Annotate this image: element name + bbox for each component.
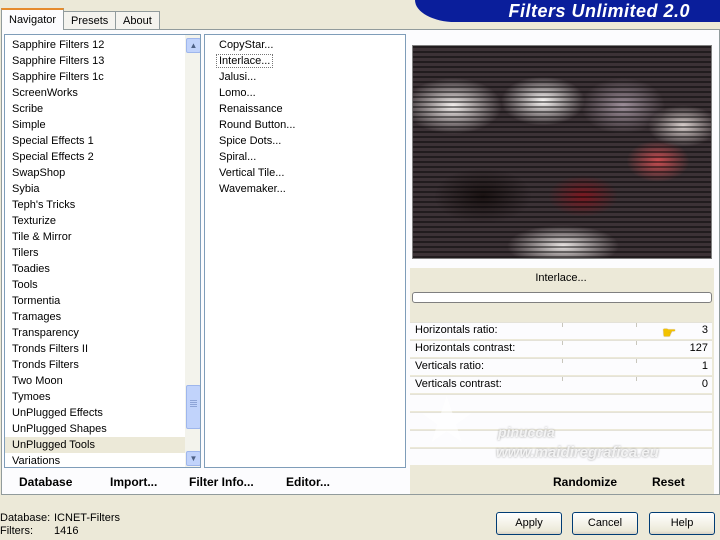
- parameter-value: 1: [701, 360, 708, 372]
- category-item[interactable]: Sybia: [5, 181, 185, 197]
- category-item[interactable]: Special Effects 2: [5, 149, 185, 165]
- filter-item[interactable]: Lomo...: [205, 85, 405, 101]
- category-item[interactable]: Transparency: [5, 325, 185, 341]
- navigator-panel: Sapphire Filters 12 Sapphire Filters 13 Sa…: [1, 29, 720, 495]
- cancel-button[interactable]: Cancel: [572, 512, 638, 535]
- category-item[interactable]: Tymoes: [5, 389, 185, 405]
- category-item[interactable]: Special Effects 1: [5, 133, 185, 149]
- filter-item-label: Lomo...: [219, 87, 256, 99]
- scroll-thumb[interactable]: [186, 385, 200, 429]
- category-item[interactable]: Simple: [5, 117, 185, 133]
- database-button[interactable]: Database: [19, 475, 72, 489]
- watermark-name: pinuccia: [498, 424, 555, 440]
- category-item[interactable]: ScreenWorks: [5, 85, 185, 101]
- category-item[interactable]: Tilers: [5, 245, 185, 261]
- scroll-up-icon[interactable]: ▲: [186, 38, 200, 53]
- category-item[interactable]: Tormentia: [5, 293, 185, 309]
- category-item[interactable]: SwapShop: [5, 165, 185, 181]
- category-item[interactable]: Tronds Filters: [5, 357, 185, 373]
- filter-list[interactable]: CopyStar... Interlace... Jalusi... Lomo... R…: [204, 34, 406, 468]
- filter-item[interactable]: Spice Dots...: [205, 133, 405, 149]
- banner-title: Filters Unlimited 2.0: [508, 1, 690, 21]
- editor-button[interactable]: Editor...: [286, 475, 330, 489]
- category-item[interactable]: Tile & Mirror: [5, 229, 185, 245]
- filter-item[interactable]: Interlace...: [205, 53, 405, 69]
- import-button[interactable]: Import...: [110, 475, 157, 489]
- app-banner: Filters Unlimited 2.0: [415, 0, 720, 22]
- scroll-down-icon[interactable]: ▼: [186, 451, 200, 466]
- parameter-label: Verticals ratio:: [415, 360, 485, 372]
- filter-item[interactable]: Wavemaker...: [205, 181, 405, 197]
- category-item[interactable]: Two Moon: [5, 373, 185, 389]
- category-item[interactable]: Tronds Filters II: [5, 341, 185, 357]
- category-item[interactable]: Sapphire Filters 13: [5, 53, 185, 69]
- category-item[interactable]: Tools: [5, 277, 185, 293]
- filter-item-label: Spiral...: [219, 151, 257, 163]
- apply-button[interactable]: Apply: [496, 512, 562, 535]
- filter-item-label: Vertical Tile...: [219, 167, 285, 179]
- star-watermark-icon: ★: [418, 384, 476, 456]
- database-label: Database:: [0, 512, 51, 524]
- category-item[interactable]: Tramages: [5, 309, 185, 325]
- progress-bar: [412, 292, 712, 303]
- parameter-area: Interlace... Horizontals ratio: 3 Horizont…: [410, 268, 714, 494]
- database-value: ICNET-Filters: [54, 512, 120, 524]
- filter-item[interactable]: Jalusi...: [205, 69, 405, 85]
- filter-item[interactable]: Renaissance: [205, 101, 405, 117]
- help-button[interactable]: Help: [649, 512, 715, 535]
- category-item[interactable]: Variations: [5, 453, 185, 467]
- category-item[interactable]: Sapphire Filters 12: [5, 37, 185, 53]
- category-item[interactable]: Toadies: [5, 261, 185, 277]
- category-item[interactable]: Scribe: [5, 101, 185, 117]
- filter-item[interactable]: Vertical Tile...: [205, 165, 405, 181]
- filter-item-label: Round Button...: [219, 119, 296, 131]
- parameter-slider[interactable]: Verticals ratio: 1: [410, 358, 712, 375]
- category-item[interactable]: Texturize: [5, 213, 185, 229]
- filters-count-label: Filters:: [0, 525, 33, 537]
- parameter-label: Horizontals ratio:: [415, 324, 498, 336]
- preview-image: [412, 45, 712, 259]
- filter-items: CopyStar... Interlace... Jalusi... Lomo... R…: [205, 37, 405, 197]
- randomize-button[interactable]: Randomize: [553, 475, 617, 489]
- filter-item-label: Interlace...: [216, 54, 274, 68]
- tab-navigator[interactable]: Navigator: [1, 8, 65, 30]
- category-item[interactable]: UnPlugged Shapes: [5, 421, 185, 437]
- category-item[interactable]: Teph's Tricks: [5, 197, 185, 213]
- reset-button[interactable]: Reset: [652, 475, 685, 489]
- parameter-value: 0: [701, 378, 708, 390]
- pointer-hand-icon: ☛: [662, 325, 677, 342]
- filter-item-label: Renaissance: [219, 103, 283, 115]
- tab-presets[interactable]: Presets: [63, 11, 117, 29]
- filter-item-label: CopyStar...: [219, 39, 274, 51]
- category-list[interactable]: Sapphire Filters 12 Sapphire Filters 13 Sa…: [4, 34, 201, 468]
- parameter-label: Horizontals contrast:: [415, 342, 516, 354]
- category-scrollbar[interactable]: ▲ ▼: [185, 35, 200, 467]
- parameter-value: 3: [701, 324, 708, 336]
- watermark-url: www.maidiregrafica.eu: [496, 444, 659, 461]
- filter-info-button[interactable]: Filter Info...: [189, 475, 254, 489]
- filter-item-label: Spice Dots...: [219, 135, 282, 147]
- filter-name-label: Interlace...: [535, 272, 587, 284]
- category-item[interactable]: UnPlugged Tools: [5, 437, 185, 453]
- filter-item[interactable]: Spiral...: [205, 149, 405, 165]
- category-item[interactable]: Sapphire Filters 1c: [5, 69, 185, 85]
- filter-item[interactable]: CopyStar...: [205, 37, 405, 53]
- parameter-value: 127: [689, 342, 708, 354]
- tab-about[interactable]: About: [115, 11, 160, 29]
- category-items: Sapphire Filters 12 Sapphire Filters 13 Sa…: [5, 37, 185, 467]
- filter-item-label: Jalusi...: [219, 71, 257, 83]
- category-item[interactable]: UnPlugged Effects: [5, 405, 185, 421]
- filters-count-value: 1416: [54, 525, 79, 537]
- filter-item[interactable]: Round Button...: [205, 117, 405, 133]
- filter-item-label: Wavemaker...: [219, 183, 286, 195]
